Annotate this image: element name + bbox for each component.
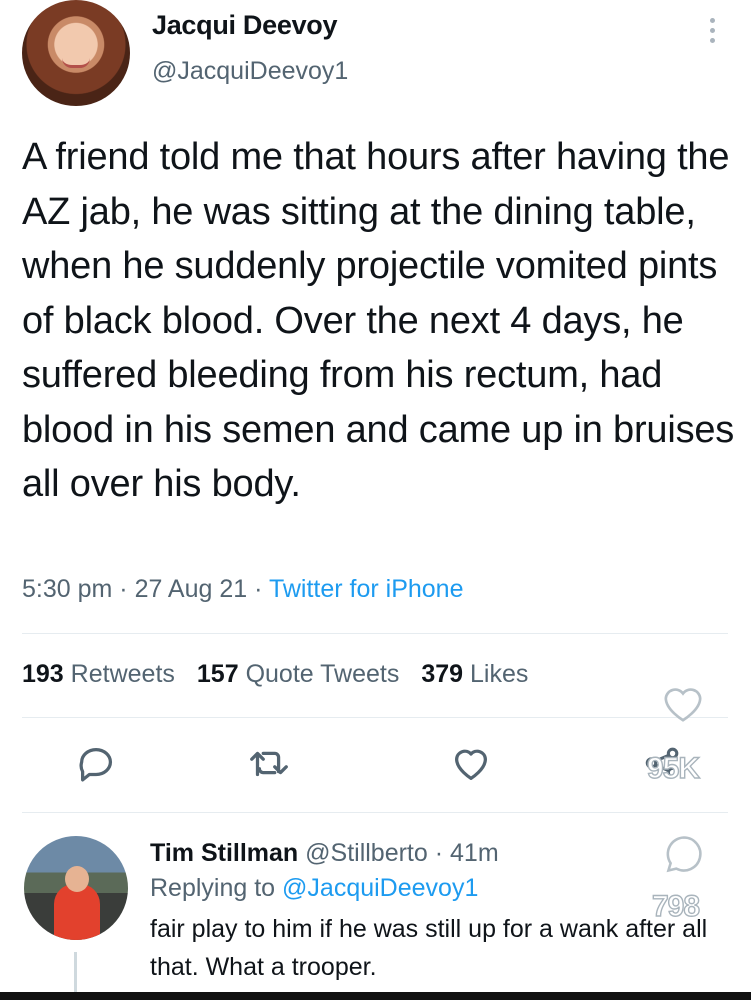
likes-stat[interactable]: 379 Likes bbox=[421, 660, 528, 688]
quotes-label: Quote Tweets bbox=[245, 660, 400, 688]
reply-author-handle[interactable]: @Stillberto bbox=[305, 839, 428, 867]
quotes-count: 157 bbox=[196, 660, 239, 688]
reply-time[interactable]: 41m bbox=[450, 839, 499, 867]
overlay-like-icon[interactable] bbox=[660, 682, 706, 724]
reply-text: fair play to him if he was still up for … bbox=[150, 915, 708, 981]
reply-tweet[interactable]: Tim Stillman @Stillberto · 41m Replying … bbox=[0, 816, 751, 1000]
tweet-date[interactable]: 27 Aug 21 bbox=[135, 575, 248, 603]
bottom-bar bbox=[0, 992, 751, 1000]
reply-icon[interactable] bbox=[74, 740, 120, 786]
likes-count: 379 bbox=[421, 660, 464, 688]
reply-header: Tim Stillman @Stillberto · 41m bbox=[150, 839, 499, 868]
retweets-count: 193 bbox=[22, 660, 64, 688]
divider bbox=[22, 717, 728, 718]
tweet-source[interactable]: Twitter for iPhone bbox=[269, 575, 464, 603]
replying-to: Replying to @JacquiDeevoy1 bbox=[150, 874, 478, 903]
quotes-stat[interactable]: 157 Quote Tweets bbox=[197, 660, 399, 688]
retweets-label: Retweets bbox=[70, 660, 175, 688]
meta-separator: · bbox=[112, 575, 135, 603]
replying-to-mention[interactable]: @JacquiDeevoy1 bbox=[282, 874, 478, 902]
retweets-stat[interactable]: 193 Retweets bbox=[22, 660, 175, 688]
overlay-likes-count: 95K bbox=[646, 751, 700, 785]
tweet-text: A friend told me that hours after having… bbox=[22, 136, 735, 505]
overlay-comments-count: 798 bbox=[651, 889, 700, 923]
meta-separator: · bbox=[427, 839, 451, 867]
tweet-stats: 193 Retweets 157 Quote Tweets 379 Likes bbox=[22, 660, 528, 689]
author-avatar[interactable] bbox=[22, 0, 130, 106]
tweet-header: Jacqui Deevoy @JacquiDeevoy1 bbox=[0, 0, 751, 120]
divider bbox=[22, 812, 728, 813]
author-name[interactable]: Jacqui Deevoy bbox=[152, 10, 338, 41]
reply-author-avatar[interactable] bbox=[24, 836, 128, 940]
overlay-comment-icon[interactable] bbox=[662, 832, 706, 876]
meta-separator: · bbox=[247, 575, 269, 603]
likes-label: Likes bbox=[470, 660, 529, 688]
tweet-actions bbox=[0, 740, 751, 800]
like-icon[interactable] bbox=[448, 740, 494, 786]
replying-to-prefix: Replying to bbox=[150, 874, 283, 902]
retweet-icon[interactable] bbox=[246, 740, 292, 786]
reply-author-name[interactable]: Tim Stillman bbox=[150, 839, 298, 867]
tweet-meta: 5:30 pm · 27 Aug 21 · Twitter for iPhone bbox=[22, 575, 463, 604]
author-handle[interactable]: @JacquiDeevoy1 bbox=[152, 57, 348, 86]
tweet-time[interactable]: 5:30 pm bbox=[22, 575, 112, 603]
divider bbox=[22, 633, 728, 634]
more-options-icon[interactable] bbox=[707, 18, 717, 48]
